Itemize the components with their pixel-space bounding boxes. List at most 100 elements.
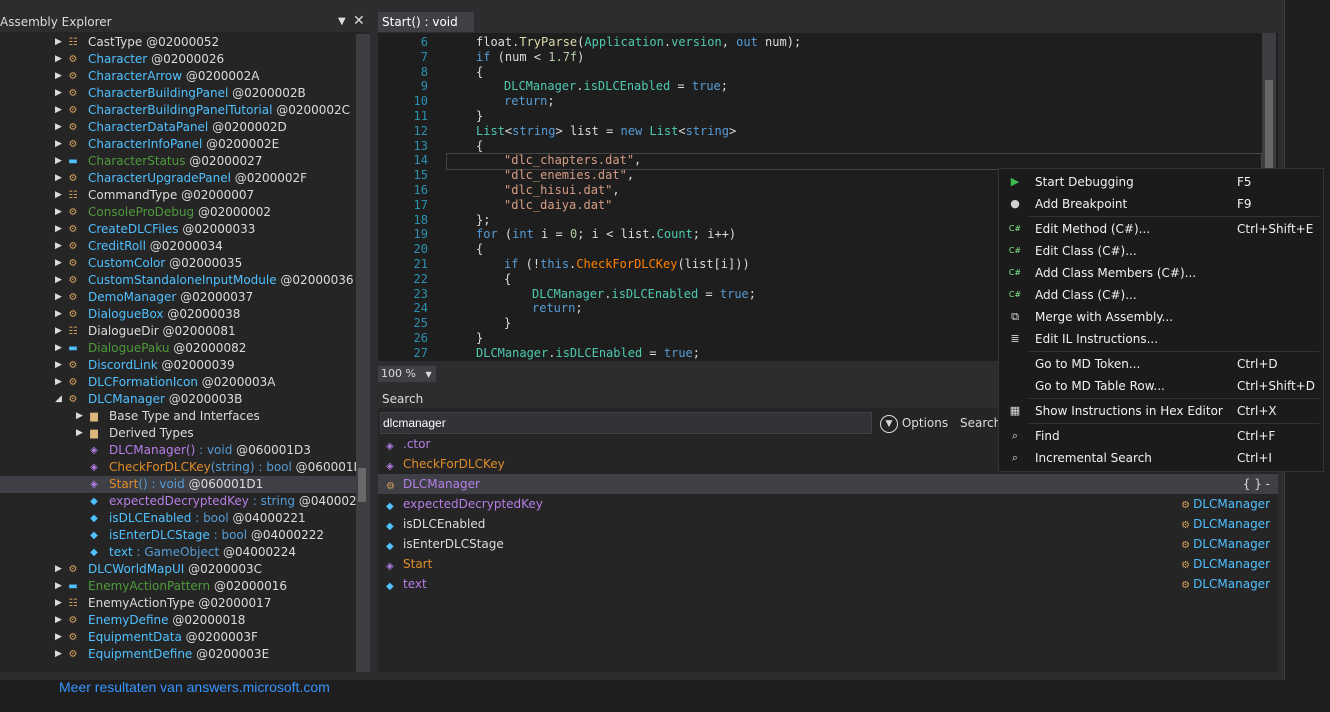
- tree-node[interactable]: ▶ ⚙ CreateDLCFiles @02000033: [0, 221, 356, 238]
- expand-arrow-icon[interactable]: ▶: [55, 170, 65, 187]
- tree-node[interactable]: ▶ ⚙ DialogueBox @02000038: [0, 306, 356, 323]
- expand-arrow-icon[interactable]: ▶: [55, 85, 65, 102]
- tree-node[interactable]: ▶ ⚙ CharacterInfoPanel @0200002E: [0, 136, 356, 153]
- editor-scrollbar-thumb[interactable]: [1265, 80, 1273, 170]
- search-result-row[interactable]: ◆ text ⚙ DLCManager: [378, 574, 1278, 594]
- expand-arrow-icon[interactable]: ▶: [55, 119, 65, 136]
- tree-node[interactable]: ▶ ▬ CharacterStatus @02000027: [0, 153, 356, 170]
- expand-arrow-icon[interactable]: ▶: [55, 578, 65, 595]
- tree-node[interactable]: ▶ ⚙ CharacterArrow @0200002A: [0, 68, 356, 85]
- menu-item[interactable]: Go to MD Table Row... Ctrl+Shift+D: [999, 375, 1323, 397]
- menu-item[interactable]: ▶ Start Debugging F5: [999, 171, 1323, 193]
- expand-arrow-icon[interactable]: ▶: [55, 221, 65, 238]
- tree-node[interactable]: ▶ ⚙ DLCFormationIcon @0200003A: [0, 374, 356, 391]
- expand-arrow-icon[interactable]: ◢: [55, 391, 65, 408]
- tree-node[interactable]: ▶ ⚙ DiscordLink @02000039: [0, 357, 356, 374]
- menu-item[interactable]: ≣ Edit IL Instructions...: [999, 328, 1323, 350]
- expand-arrow-icon[interactable]: ▶: [76, 408, 86, 425]
- expand-arrow-icon[interactable]: ▶: [55, 187, 65, 204]
- tree-node[interactable]: ▶ ⚙ CreditRoll @02000034: [0, 238, 356, 255]
- tree-scrollbar[interactable]: [356, 34, 370, 672]
- tree-node[interactable]: ▶ ☷ CommandType @02000007: [0, 187, 356, 204]
- expand-arrow-icon[interactable]: ▶: [55, 102, 65, 119]
- expand-arrow-icon[interactable]: ▶: [55, 374, 65, 391]
- tree-node[interactable]: ▶ ⚙ CharacterDataPanel @0200002D: [0, 119, 356, 136]
- csharp-icon: C#: [1008, 224, 1022, 233]
- expand-arrow-icon[interactable]: ▶: [55, 238, 65, 255]
- tree-node[interactable]: ▶ ☷ CastType @02000052: [0, 34, 356, 51]
- menu-item[interactable]: C# Edit Class (C#)...: [999, 240, 1323, 262]
- tree-node[interactable]: ◆ text : GameObject @04000224: [0, 544, 356, 561]
- tree-node[interactable]: ◆ isDLCEnabled : bool @04000221: [0, 510, 356, 527]
- expand-arrow-icon[interactable]: ▶: [55, 272, 65, 289]
- expand-arrow-icon[interactable]: ▶: [55, 153, 65, 170]
- expand-arrow-icon[interactable]: ▶: [55, 51, 65, 68]
- tree-node[interactable]: ◆ isEnterDLCStage : bool @04000222: [0, 527, 356, 544]
- menu-item[interactable]: ⧉ Merge with Assembly...: [999, 306, 1323, 328]
- search-result-row[interactable]: ◈ Start ⚙ DLCManager: [378, 554, 1278, 574]
- menu-item[interactable]: C# Add Class (C#)...: [999, 284, 1323, 306]
- tree-node[interactable]: ▶ ⚙ Character @02000026: [0, 51, 356, 68]
- tab-start-method[interactable]: Start() : void ✕: [378, 12, 474, 49]
- tree-node[interactable]: ◈ DLCManager() : void @060001D3: [0, 442, 356, 459]
- menu-item[interactable]: C# Add Class Members (C#)...: [999, 262, 1323, 284]
- tree-node[interactable]: ▶ ☷ DialogueDir @02000081: [0, 323, 356, 340]
- expand-arrow-icon[interactable]: ▶: [55, 561, 65, 578]
- menu-item[interactable]: ⌕ Incremental Search Ctrl+I: [999, 447, 1323, 469]
- menu-item[interactable]: C# Edit Method (C#)... Ctrl+Shift+E: [999, 218, 1323, 240]
- close-icon[interactable]: ✕: [353, 11, 365, 31]
- tree-node[interactable]: ▶ ⚙ CharacterBuildingPanel @0200002B: [0, 85, 356, 102]
- expand-arrow-icon[interactable]: ▶: [55, 68, 65, 85]
- expand-arrow-icon[interactable]: ▶: [55, 289, 65, 306]
- class-icon: ⚙: [68, 258, 78, 269]
- tree-node[interactable]: ▶ ▬ EnemyActionPattern @02000016: [0, 578, 356, 595]
- tree-node[interactable]: ▶ ⚙ CustomStandaloneInputModule @02000036: [0, 272, 356, 289]
- tree-node[interactable]: ▶ ▬ DialoguePaku @02000082: [0, 340, 356, 357]
- tree-node[interactable]: ▶ ⚙ CharacterBuildingPanelTutorial @020000…: [0, 102, 356, 119]
- search-result-row[interactable]: ◆ expectedDecryptedKey ⚙ DLCManager: [378, 494, 1278, 514]
- expand-arrow-icon[interactable]: ▶: [55, 357, 65, 374]
- tree-node[interactable]: ▶ ☷ EnemyActionType @02000017: [0, 595, 356, 612]
- expand-arrow-icon[interactable]: ▶: [55, 646, 65, 663]
- menu-item[interactable]: Go to MD Token... Ctrl+D: [999, 353, 1323, 375]
- tree-node[interactable]: ▶ ⚙ DemoManager @02000037: [0, 289, 356, 306]
- tree-node[interactable]: ▶ ⚙ EquipmentDefine @0200003E: [0, 646, 356, 663]
- tree-node[interactable]: ◆ expectedDecryptedKey : string @04000223: [0, 493, 356, 510]
- search-result-row[interactable]: ◆ isEnterDLCStage ⚙ DLCManager: [378, 534, 1278, 554]
- expand-arrow-icon[interactable]: ▶: [55, 306, 65, 323]
- tree-node[interactable]: ▶ ▆ Derived Types: [0, 425, 356, 442]
- tree-node[interactable]: ▶ ⚙ ConsoleProDebug @02000002: [0, 204, 356, 221]
- expand-arrow-icon[interactable]: ▶: [55, 323, 65, 340]
- tree-node[interactable]: ▶ ▆ Base Type and Interfaces: [0, 408, 356, 425]
- search-result-row[interactable]: ⚙ DLCManager{ } -: [378, 474, 1278, 494]
- line-number: 22: [413, 271, 428, 286]
- tree-node[interactable]: ▶ ⚙ CustomColor @02000035: [0, 255, 356, 272]
- search-input[interactable]: [380, 412, 872, 434]
- tree-node[interactable]: ◈ CheckForDLCKey(string) : bool @060001D2: [0, 459, 356, 476]
- tree-node[interactable]: ◢ ⚙ DLCManager @0200003B: [0, 391, 356, 408]
- tree-node[interactable]: ◈ Start() : void @060001D1: [0, 476, 356, 493]
- expand-arrow-icon[interactable]: ▶: [55, 255, 65, 272]
- menu-item[interactable]: ▦ Show Instructions in Hex Editor Ctrl+X: [999, 400, 1323, 422]
- expand-arrow-icon[interactable]: ▶: [76, 425, 86, 442]
- menu-item-label: Merge with Assembly...: [1035, 310, 1174, 324]
- more-results-link[interactable]: Meer resultaten van answers.microsoft.co…: [59, 679, 330, 695]
- expand-arrow-icon[interactable]: ▶: [55, 595, 65, 612]
- expand-arrow-icon[interactable]: ▶: [55, 136, 65, 153]
- tree-node[interactable]: ▶ ⚙ CharacterUpgradePanel @0200002F: [0, 170, 356, 187]
- expand-arrow-icon[interactable]: ▶: [55, 204, 65, 221]
- line-number: 7: [420, 49, 428, 64]
- zoom-select[interactable]: 100 % ▼: [378, 366, 436, 382]
- tree-node[interactable]: ▶ ⚙ DLCWorldMapUI @0200003C: [0, 561, 356, 578]
- expand-arrow-icon[interactable]: ▶: [55, 629, 65, 646]
- expand-arrow-icon[interactable]: ▶: [55, 34, 65, 51]
- menu-item[interactable]: ⌕ Find Ctrl+F: [999, 425, 1323, 447]
- search-result-row[interactable]: ◆ isDLCEnabled ⚙ DLCManager: [378, 514, 1278, 534]
- tree-node[interactable]: ▶ ⚙ EquipmentData @0200003F: [0, 629, 356, 646]
- tree-node[interactable]: ▶ ⚙ EnemyDefine @02000018: [0, 612, 356, 629]
- chevron-down-icon[interactable]: ▼: [338, 12, 346, 32]
- expand-arrow-icon[interactable]: ▶: [55, 612, 65, 629]
- expand-arrow-icon[interactable]: ▶: [55, 340, 65, 357]
- tree-scrollbar-thumb[interactable]: [358, 468, 366, 502]
- menu-item[interactable]: ● Add Breakpoint F9: [999, 193, 1323, 215]
